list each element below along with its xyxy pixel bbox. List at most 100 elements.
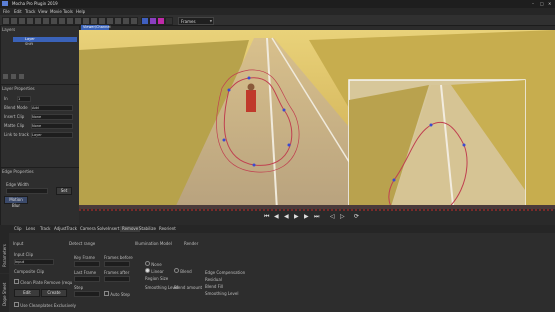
- app-title: Mocha Pro Plugin 2019: [12, 1, 58, 6]
- transform-tool-icon[interactable]: [66, 17, 74, 25]
- tab-adjust-track[interactable]: AdjustTrack: [52, 226, 79, 232]
- blend-mode-select[interactable]: Add: [31, 105, 73, 111]
- go-to-end-icon[interactable]: ⏭: [314, 213, 319, 221]
- color-swatch-dark[interactable]: [165, 17, 173, 25]
- step-field[interactable]: [74, 291, 100, 297]
- play-back-icon[interactable]: ◀: [284, 213, 289, 220]
- menu-edit[interactable]: Edit: [14, 9, 22, 14]
- control-point: [247, 76, 251, 80]
- insert-clip-select[interactable]: None: [31, 114, 73, 120]
- tab-stabilize[interactable]: Stabilize: [137, 226, 158, 232]
- menu-help[interactable]: Help: [76, 9, 85, 14]
- pin-tool-icon[interactable]: [130, 17, 138, 25]
- menu-view[interactable]: View: [38, 9, 48, 14]
- viewer-canvas: [79, 30, 555, 205]
- add-point-icon[interactable]: [42, 17, 50, 25]
- inset-control-point: [429, 123, 433, 127]
- color-swatch-purple[interactable]: [149, 17, 157, 25]
- edge-width-field[interactable]: [6, 188, 48, 194]
- menu-tools[interactable]: Tools: [63, 9, 73, 14]
- zoom-tool-icon[interactable]: [18, 17, 26, 25]
- step-forward-icon[interactable]: ▶: [304, 213, 309, 220]
- chevron-down-icon: ▼: [209, 19, 212, 23]
- tab-lens[interactable]: Lens: [24, 226, 37, 232]
- color-swatch-blue[interactable]: [141, 17, 149, 25]
- bezier-tool-icon[interactable]: [34, 17, 42, 25]
- menu-track[interactable]: Track: [25, 9, 35, 14]
- tab-track[interactable]: Track: [38, 226, 52, 232]
- radio-icon: [145, 261, 150, 266]
- set-button[interactable]: Set: [56, 187, 72, 195]
- tab-clip[interactable]: Clip: [12, 226, 24, 232]
- link-track-value: Layer: [32, 133, 42, 137]
- frames-before-field[interactable]: [104, 261, 130, 267]
- link-track-select[interactable]: Layer: [31, 132, 73, 138]
- step-back-icon[interactable]: ◀: [274, 213, 279, 220]
- duplicate-layer-icon[interactable]: [11, 74, 16, 79]
- edge-properties-panel: Edge Properties Edge Width Set Motion Bl…: [0, 167, 80, 226]
- color-swatch-magenta[interactable]: [157, 17, 165, 25]
- menu-movie[interactable]: Movie: [50, 9, 62, 14]
- frames-before-label: Frames before: [104, 255, 133, 260]
- blend-amount-label: Blend amount: [174, 285, 203, 290]
- auto-step-checkbox[interactable]: Auto Step: [104, 291, 130, 297]
- key-frame-field[interactable]: [74, 261, 100, 267]
- track-backward-icon[interactable]: ◁: [330, 213, 335, 220]
- layer-row[interactable]: Shift: [13, 42, 77, 47]
- parameter-tabs: Clip Lens Track AdjustTrack Camera Solve…: [0, 225, 555, 233]
- minimize-button[interactable]: –: [532, 1, 537, 6]
- rect-tool-icon[interactable]: [50, 17, 58, 25]
- matte-clip-select[interactable]: None: [31, 123, 73, 129]
- delete-layer-icon[interactable]: [19, 74, 24, 79]
- eye-tool-icon[interactable]: [106, 17, 114, 25]
- add-layer-icon[interactable]: [3, 74, 8, 79]
- in-label: In: [4, 96, 8, 101]
- none-radio[interactable]: None: [145, 261, 162, 267]
- select-tool-icon[interactable]: [2, 17, 10, 25]
- linear-radio-label: Linear: [151, 269, 164, 274]
- control-point: [222, 138, 226, 142]
- linear-radio[interactable]: Linear: [145, 268, 164, 274]
- zoom-dropdown[interactable]: Frames ▼: [178, 17, 214, 25]
- maximize-button[interactable]: □: [540, 1, 545, 6]
- layer-name: Shift: [25, 42, 33, 46]
- detect-range-label: Detect range: [69, 241, 96, 246]
- side-tab-parameters[interactable]: Parameters: [0, 233, 9, 273]
- magnet-tool-icon[interactable]: [82, 17, 90, 25]
- input-clip-select[interactable]: Input: [14, 259, 54, 265]
- residual-label: Residual: [205, 277, 222, 282]
- ellipse-tool-icon[interactable]: [58, 17, 66, 25]
- target-tool-icon[interactable]: [122, 17, 130, 25]
- input-clip-value: Input: [15, 260, 25, 264]
- blend-fill-label: Blend Fill: [205, 284, 224, 289]
- use-cleanplates-checkbox[interactable]: Use Cleanplates Exclusively: [14, 302, 76, 308]
- timeline: ⏮ ◀ ◀ ▶ ▶ ⏭ ◁ ▷ ⟳: [79, 205, 555, 225]
- close-button[interactable]: ✕: [548, 1, 553, 6]
- tab-reorient[interactable]: Reorient: [157, 226, 178, 232]
- clean-plate-checkbox[interactable]: Clean Plate Remove (requ: [14, 279, 72, 285]
- create-button[interactable]: Create: [41, 289, 67, 297]
- frames-after-field[interactable]: [104, 276, 130, 282]
- track-forward-icon[interactable]: ▷: [340, 213, 345, 220]
- play-icon[interactable]: ▶: [294, 213, 299, 220]
- in-field[interactable]: 1: [17, 96, 31, 102]
- motion-blur-button[interactable]: Motion Blur: [4, 196, 28, 208]
- side-tab-dope-sheet-label: Dope Sheet: [2, 282, 7, 306]
- grid-tool-icon[interactable]: [98, 17, 106, 25]
- edit-button[interactable]: Edit: [14, 289, 40, 297]
- render-icon[interactable]: ⟳: [354, 213, 359, 220]
- xspline-tool-icon[interactable]: [26, 17, 34, 25]
- viewer[interactable]: Viewer/Channel: [79, 25, 555, 205]
- pan-tool-icon[interactable]: [10, 17, 18, 25]
- brush-tool-icon[interactable]: [90, 17, 98, 25]
- last-frame-field[interactable]: [74, 276, 100, 282]
- control-point: [227, 88, 231, 92]
- go-to-start-icon[interactable]: ⏮: [264, 213, 269, 221]
- side-tab-dope-sheet[interactable]: Dope Sheet: [0, 274, 9, 312]
- link-tool-icon[interactable]: [74, 17, 82, 25]
- link-track-label: Link to track: [4, 132, 29, 137]
- menu-file[interactable]: File: [3, 9, 10, 14]
- auto-step-label: Auto Step: [110, 292, 130, 297]
- wand-tool-icon[interactable]: [114, 17, 122, 25]
- blend-radio[interactable]: Blend: [174, 268, 192, 274]
